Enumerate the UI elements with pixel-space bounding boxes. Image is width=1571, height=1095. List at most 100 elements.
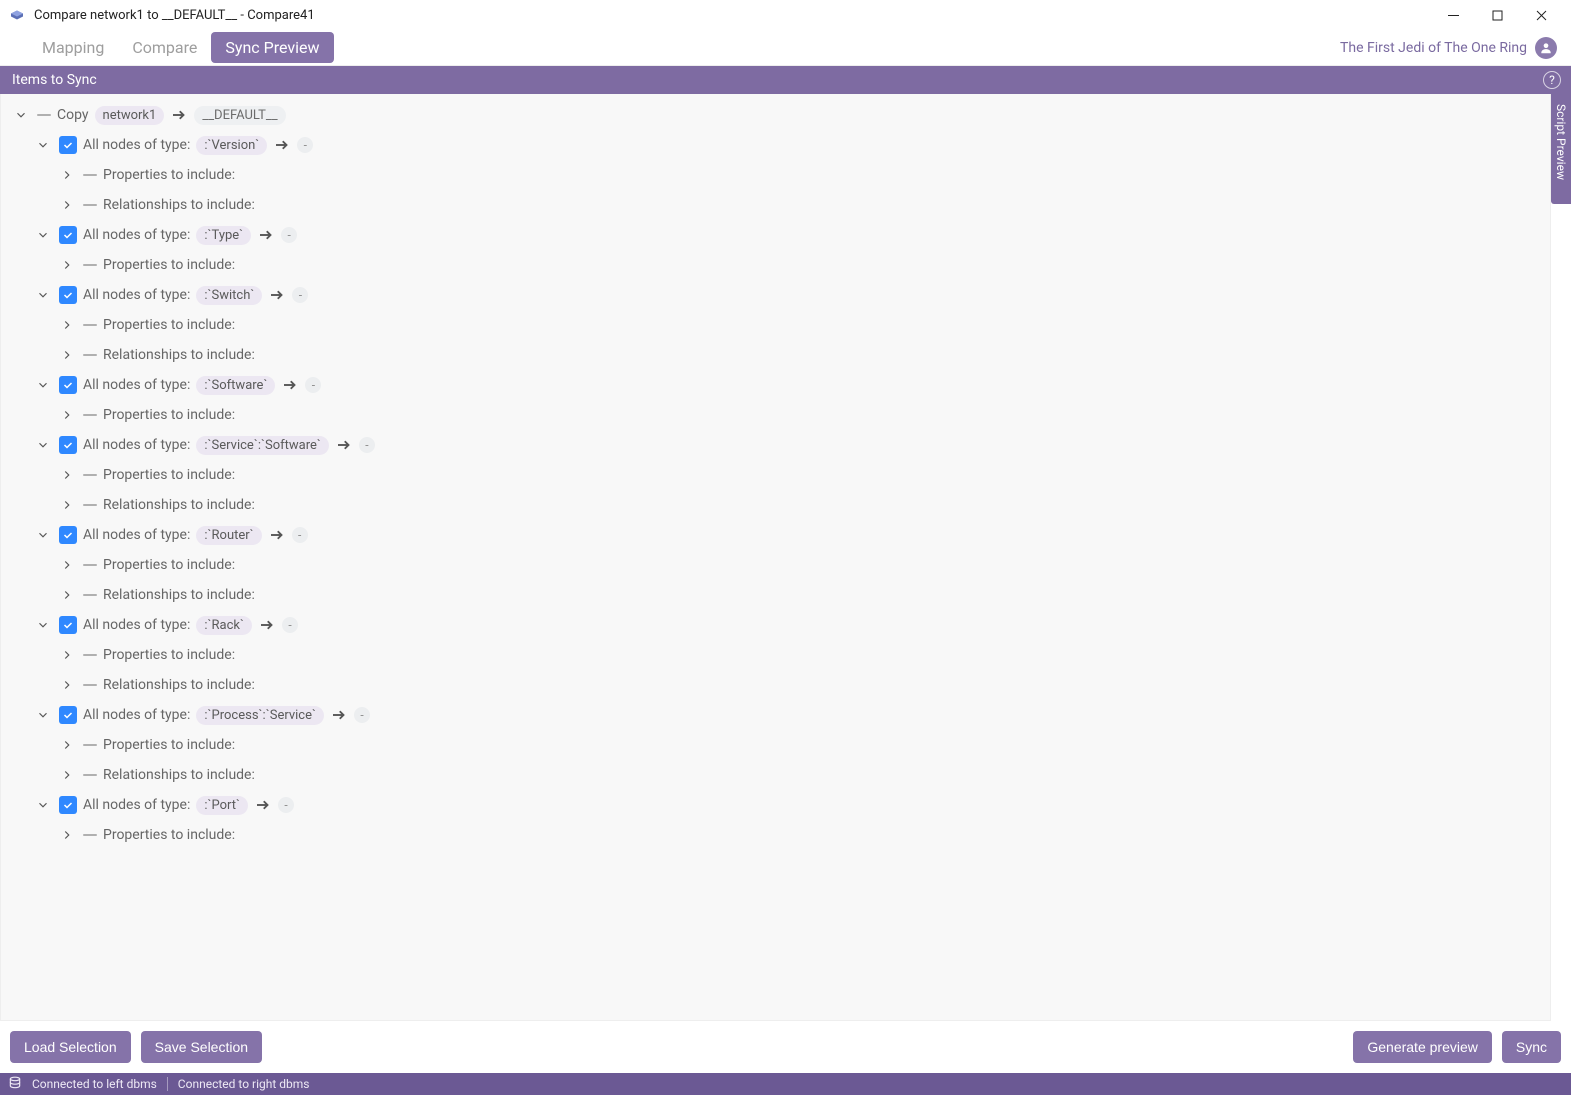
arrow-right-icon <box>258 616 276 634</box>
checkbox[interactable] <box>59 616 77 634</box>
side-tab-script-preview[interactable]: Script Preview <box>1551 94 1571 204</box>
child-row: Relationships to include: <box>9 490 1546 520</box>
chevron-down-icon[interactable] <box>33 135 53 155</box>
chevron-down-icon[interactable] <box>33 375 53 395</box>
load-selection-button[interactable]: Load Selection <box>10 1031 131 1063</box>
child-row: Properties to include: <box>9 730 1546 760</box>
checkbox[interactable] <box>59 706 77 724</box>
checkbox[interactable] <box>59 226 77 244</box>
tab-sync-preview[interactable]: Sync Preview <box>211 32 333 63</box>
target-empty-badge: - <box>281 227 297 243</box>
chevron-right-icon[interactable] <box>57 585 77 605</box>
chevron-down-icon[interactable] <box>11 105 31 125</box>
chevron-down-icon[interactable] <box>33 795 53 815</box>
child-row: Relationships to include: <box>9 580 1546 610</box>
chevron-right-icon[interactable] <box>57 495 77 515</box>
all-nodes-label: All nodes of type: <box>83 707 190 723</box>
type-tag: :`Version` <box>196 136 267 155</box>
chevron-right-icon[interactable] <box>57 675 77 695</box>
status-right: Connected to right dbms <box>178 1077 310 1091</box>
dash-icon <box>83 594 97 596</box>
type-tag: :`Router` <box>196 526 261 545</box>
dash-icon <box>83 504 97 506</box>
chevron-down-icon[interactable] <box>33 615 53 635</box>
maximize-button[interactable] <box>1475 0 1519 30</box>
chevron-down-icon[interactable] <box>33 225 53 245</box>
node-type-row: All nodes of type::`Version`- <box>9 130 1546 160</box>
copy-label: Copy <box>57 107 89 123</box>
close-button[interactable] <box>1519 0 1563 30</box>
all-nodes-label: All nodes of type: <box>83 287 190 303</box>
chevron-right-icon[interactable] <box>57 555 77 575</box>
checkbox[interactable] <box>59 436 77 454</box>
chevron-right-icon[interactable] <box>57 735 77 755</box>
target-empty-badge: - <box>292 287 308 303</box>
database-icon <box>8 1076 22 1093</box>
tree-scroll[interactable]: Copynetwork1__DEFAULT__All nodes of type… <box>1 94 1550 1020</box>
child-row: Properties to include: <box>9 460 1546 490</box>
bottom-bar: Load Selection Save Selection Generate p… <box>0 1021 1571 1073</box>
chevron-down-icon[interactable] <box>33 435 53 455</box>
chevron-down-icon[interactable] <box>33 525 53 545</box>
chevron-right-icon[interactable] <box>57 645 77 665</box>
checkbox[interactable] <box>59 286 77 304</box>
save-selection-button[interactable]: Save Selection <box>141 1031 262 1063</box>
dash-icon <box>83 474 97 476</box>
node-type-row: All nodes of type::`Router`- <box>9 520 1546 550</box>
type-tag: :`Switch` <box>196 286 262 305</box>
target-empty-badge: - <box>359 437 375 453</box>
dash-icon <box>83 324 97 326</box>
sync-button[interactable]: Sync <box>1502 1031 1561 1063</box>
all-nodes-label: All nodes of type: <box>83 617 190 633</box>
chevron-right-icon[interactable] <box>57 345 77 365</box>
chevron-right-icon[interactable] <box>57 465 77 485</box>
tab-compare[interactable]: Compare <box>118 32 211 63</box>
status-divider <box>167 1077 168 1091</box>
dash-icon <box>83 774 97 776</box>
child-row: Properties to include: <box>9 400 1546 430</box>
chevron-down-icon[interactable] <box>33 285 53 305</box>
child-row: Relationships to include: <box>9 190 1546 220</box>
dash-icon <box>83 354 97 356</box>
type-tag: :`Rack` <box>196 616 252 635</box>
type-tag: :`Port` <box>196 796 248 815</box>
chevron-right-icon[interactable] <box>57 405 77 425</box>
all-nodes-label: All nodes of type: <box>83 377 190 393</box>
checkbox[interactable] <box>59 796 77 814</box>
child-label: Relationships to include: <box>103 347 255 363</box>
child-row: Properties to include: <box>9 820 1546 850</box>
node-type-row: All nodes of type::`Rack`- <box>9 610 1546 640</box>
child-label: Properties to include: <box>103 467 235 483</box>
chevron-right-icon[interactable] <box>57 195 77 215</box>
dash-icon <box>83 174 97 176</box>
child-label: Relationships to include: <box>103 767 255 783</box>
chevron-right-icon[interactable] <box>57 765 77 785</box>
child-row: Properties to include: <box>9 550 1546 580</box>
chevron-right-icon[interactable] <box>57 825 77 845</box>
minimize-button[interactable] <box>1431 0 1475 30</box>
chevron-down-icon[interactable] <box>33 705 53 725</box>
user-info[interactable]: The First Jedi of The One Ring <box>1340 37 1561 59</box>
chevron-right-icon[interactable] <box>57 255 77 275</box>
generate-preview-button[interactable]: Generate preview <box>1353 1031 1492 1063</box>
child-row: Properties to include: <box>9 310 1546 340</box>
chevron-right-icon[interactable] <box>57 315 77 335</box>
checkbox[interactable] <box>59 526 77 544</box>
dash-icon <box>83 204 97 206</box>
checkbox[interactable] <box>59 376 77 394</box>
target-empty-badge: - <box>278 797 294 813</box>
status-bar: Connected to left dbms Connected to righ… <box>0 1073 1571 1095</box>
child-label: Properties to include: <box>103 557 235 573</box>
help-button[interactable]: ? <box>1543 71 1561 89</box>
arrow-right-icon <box>170 106 188 124</box>
arrow-right-icon <box>281 376 299 394</box>
dash-icon <box>83 264 97 266</box>
type-tag: :`Service`:`Software` <box>196 436 329 455</box>
node-type-row: All nodes of type::`Service`:`Software`- <box>9 430 1546 460</box>
checkbox[interactable] <box>59 136 77 154</box>
node-type-row: All nodes of type::`Port`- <box>9 790 1546 820</box>
tab-mapping[interactable]: Mapping <box>28 32 118 63</box>
dash-icon <box>83 744 97 746</box>
app-icon <box>8 6 26 24</box>
chevron-right-icon[interactable] <box>57 165 77 185</box>
